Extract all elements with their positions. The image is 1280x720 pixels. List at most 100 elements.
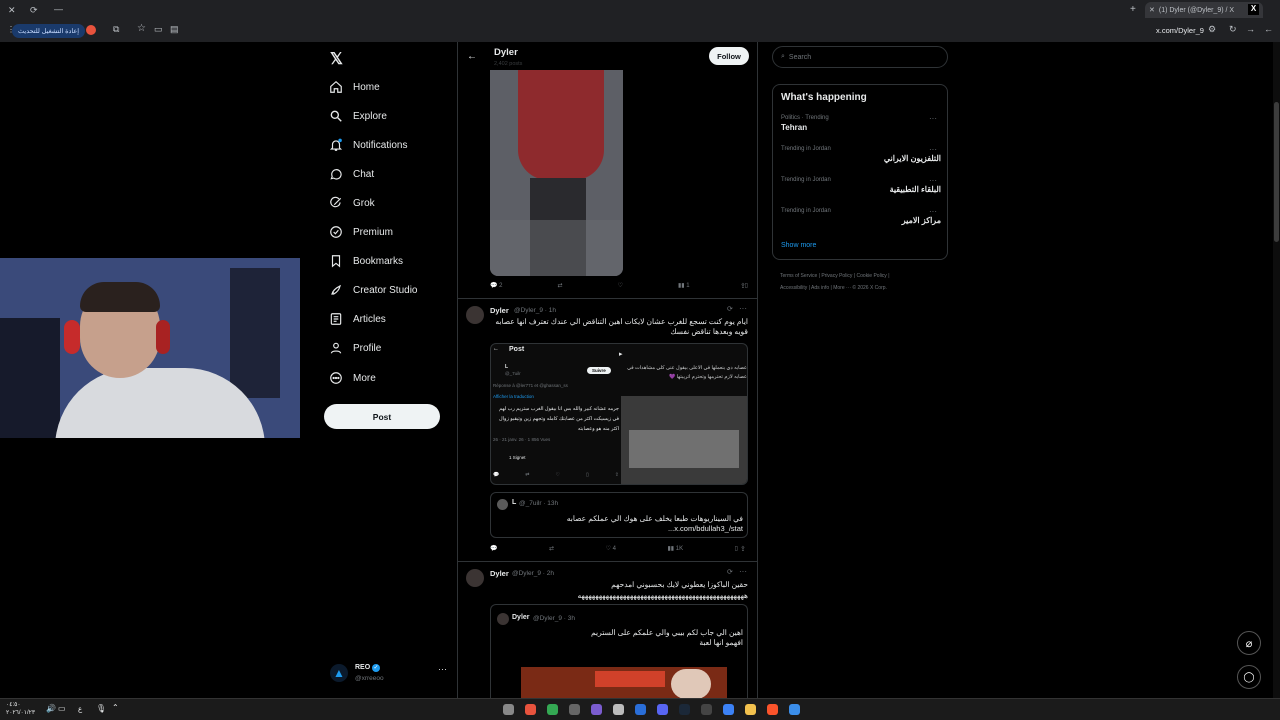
views-icon[interactable]: ▮▮ 1K bbox=[668, 545, 684, 552]
grok-action-icon[interactable]: ⟳ bbox=[727, 568, 733, 576]
scrollbar-thumb[interactable] bbox=[1274, 102, 1279, 242]
footer-link[interactable]: Privacy Policy bbox=[821, 273, 852, 279]
brave-icon[interactable] bbox=[525, 704, 536, 715]
account-switcher[interactable]: ▲ REO ✓ @xrreeoo ··· bbox=[330, 660, 450, 688]
discord-icon[interactable] bbox=[657, 704, 668, 715]
mic-icon[interactable]: 🎙 bbox=[96, 704, 106, 713]
active-tab[interactable]: ✕ (1) Dyler (@Dyler_9) / X bbox=[1145, 2, 1263, 18]
minimize-icon[interactable]: — bbox=[54, 4, 63, 14]
forward-icon[interactable]: → bbox=[1246, 24, 1255, 34]
brave-shield-icon[interactable] bbox=[86, 25, 96, 35]
nav-item-premium[interactable]: Premium bbox=[329, 225, 393, 239]
tweet3-avatar[interactable] bbox=[466, 569, 484, 587]
new-tab-icon[interactable]: + bbox=[1130, 4, 1136, 15]
cast-icon[interactable]: ▭ bbox=[154, 24, 163, 35]
footer-link[interactable]: Ads info bbox=[811, 285, 829, 291]
tweet3-quote[interactable]: Dyler @Dyler_9 · 3h اهين الي جاب لكم بيب… bbox=[490, 604, 748, 698]
footer-link[interactable]: Accessibility bbox=[780, 285, 807, 291]
nav-label: Notifications bbox=[353, 139, 408, 151]
app-icon[interactable] bbox=[723, 704, 734, 715]
trend-item[interactable]: Trending in Jordan البلقاء التطبيقية bbox=[781, 177, 941, 194]
nav-item-explore[interactable]: Explore bbox=[329, 109, 387, 123]
tab-close-icon[interactable]: ✕ bbox=[1149, 6, 1155, 14]
tweet2-avatar[interactable] bbox=[466, 306, 484, 324]
footer-link[interactable]: Terms of Service bbox=[780, 273, 817, 279]
trend-menu-icon[interactable]: ··· bbox=[929, 176, 937, 185]
repost-icon[interactable]: ⇄ bbox=[549, 545, 554, 552]
reading-list-icon[interactable]: ▤ bbox=[170, 24, 179, 35]
folder-icon[interactable] bbox=[745, 704, 756, 715]
scrollbar[interactable] bbox=[1273, 42, 1280, 698]
share-icon[interactable]: ⇪ bbox=[740, 545, 746, 553]
tweet-video[interactable] bbox=[490, 70, 623, 276]
nav-item-creator-studio[interactable]: Creator Studio bbox=[329, 283, 417, 297]
like-icon[interactable]: ♡ 4 bbox=[606, 545, 616, 552]
show-more-link[interactable]: Show more bbox=[781, 242, 816, 249]
nav-item-articles[interactable]: Articles bbox=[329, 312, 386, 326]
nav-item-more[interactable]: More bbox=[329, 371, 376, 385]
url-text[interactable]: x.com/Dyler_9 bbox=[1156, 26, 1204, 35]
nav-item-chat[interactable]: Chat bbox=[329, 167, 374, 181]
trend-item[interactable]: Trending in Jordan التلفزيون الايراني bbox=[781, 146, 941, 163]
nav-item-notifications[interactable]: Notifications bbox=[329, 138, 407, 152]
nav-item-home[interactable]: Home bbox=[329, 80, 380, 94]
back-arrow-icon[interactable]: ← bbox=[467, 51, 477, 62]
site-settings-icon[interactable]: ⚙ bbox=[1208, 24, 1216, 35]
tweet2-quote[interactable]: L @_7uilr · 13h في السيناريوهات طبعا يخل… bbox=[490, 492, 748, 538]
x-logo-icon[interactable]: 𝕏 bbox=[330, 49, 343, 69]
trend-menu-icon[interactable]: ··· bbox=[929, 207, 937, 216]
repost-icon[interactable]: ⇄ bbox=[558, 282, 563, 289]
app-icon[interactable] bbox=[701, 704, 712, 715]
grok-float-button[interactable]: ⌀ bbox=[1237, 631, 1261, 655]
trend-name: مراكز الامير bbox=[901, 216, 941, 225]
trend-item[interactable]: Politics · Trending Tehran bbox=[781, 115, 941, 132]
nav-item-grok[interactable]: Grok bbox=[329, 196, 375, 210]
chrome-icon[interactable] bbox=[547, 704, 558, 715]
app-icon[interactable] bbox=[613, 704, 624, 715]
tweet2-image[interactable]: ← Post ▸ L @_7uilr Suivre عصابه دي بنعمل… bbox=[490, 343, 748, 485]
brave-taskbar-icon[interactable] bbox=[767, 704, 778, 715]
close-window-icon[interactable]: ✕ bbox=[8, 5, 16, 16]
trend-item[interactable]: Trending in Jordan مراكز الامير bbox=[781, 208, 941, 225]
messages-float-button[interactable]: ◯ bbox=[1237, 665, 1261, 689]
trend-menu-icon[interactable]: ··· bbox=[929, 145, 937, 154]
network-icon[interactable]: ▭ bbox=[58, 704, 66, 713]
trend-menu-icon[interactable]: ··· bbox=[929, 114, 937, 123]
account-menu-icon[interactable]: ··· bbox=[438, 664, 447, 674]
reply-icon[interactable]: 💬 bbox=[490, 545, 497, 552]
app-icon[interactable] bbox=[503, 704, 514, 715]
views-icon[interactable]: ▮▮ 1 bbox=[678, 282, 690, 289]
refresh-icon[interactable]: ↻ bbox=[1229, 24, 1237, 35]
follow-button[interactable]: Follow bbox=[709, 47, 749, 65]
update-chip[interactable]: إعادة التشغيل للتحديث bbox=[12, 24, 86, 38]
nav-item-bookmarks[interactable]: Bookmarks bbox=[329, 254, 403, 268]
steam-icon[interactable] bbox=[679, 704, 690, 715]
post-button[interactable]: Post bbox=[324, 404, 440, 429]
back-icon[interactable]: ← bbox=[1264, 24, 1273, 34]
tweet2-name[interactable]: Dyler bbox=[490, 306, 509, 315]
tweet-menu-icon[interactable]: ··· bbox=[739, 567, 747, 576]
footer-link[interactable]: More ··· bbox=[833, 285, 851, 291]
share-icon[interactable]: ⇪ bbox=[740, 282, 746, 290]
reload-tab-icon[interactable]: ⟳ bbox=[30, 5, 38, 16]
bookmark-action-icon[interactable]: ▯ bbox=[735, 545, 738, 552]
language-indicator[interactable]: ع bbox=[78, 705, 82, 713]
clock[interactable]: ٠٤:٥٠ ٢٠٢٦/٠١/٢٣ bbox=[6, 701, 35, 717]
extensions-icon[interactable]: ⧉ bbox=[113, 24, 119, 35]
app-icon[interactable] bbox=[635, 704, 646, 715]
tweet-menu-icon[interactable]: ··· bbox=[739, 304, 747, 313]
volume-icon[interactable]: 🔊 bbox=[46, 704, 56, 713]
footer-link[interactable]: Cookie Policy bbox=[857, 273, 887, 279]
nav-label: Chat bbox=[353, 168, 375, 180]
search-box[interactable]: ⌕ Search bbox=[772, 46, 948, 68]
start-icon[interactable] bbox=[789, 704, 800, 715]
app-icon[interactable] bbox=[569, 704, 580, 715]
tray-chevron-icon[interactable]: ⌃ bbox=[112, 703, 119, 712]
app-icon[interactable] bbox=[591, 704, 602, 715]
nav-item-profile[interactable]: Profile bbox=[329, 341, 381, 355]
like-icon[interactable]: ♡ bbox=[618, 282, 623, 289]
star-icon[interactable]: ☆ bbox=[137, 23, 146, 34]
reply-icon[interactable]: 💬 2 bbox=[490, 282, 502, 289]
tweet3-name[interactable]: Dyler bbox=[490, 569, 509, 578]
grok-action-icon[interactable]: ⟳ bbox=[727, 305, 733, 313]
